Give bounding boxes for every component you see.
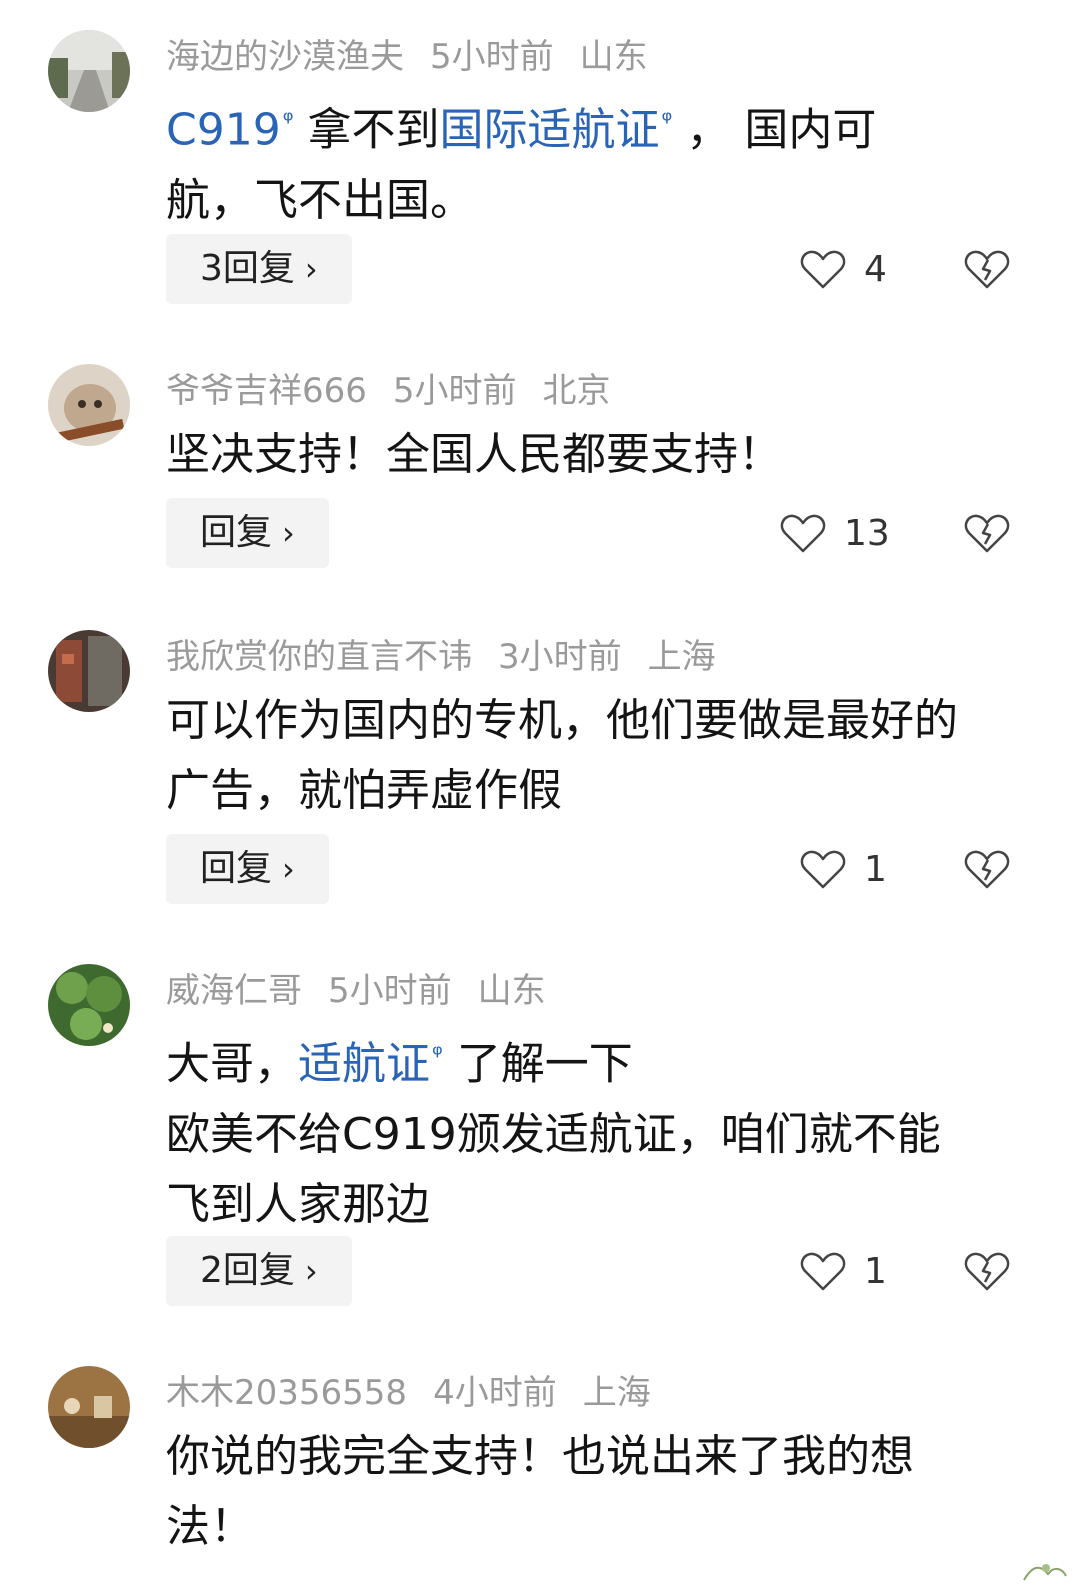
- like-button[interactable]: 4: [800, 234, 887, 304]
- avatar[interactable]: [48, 1366, 130, 1448]
- search-link[interactable]: 国际适航证: [440, 105, 660, 156]
- location: 山东: [579, 37, 648, 77]
- comment-meta: 木木20356558 4小时前 上海: [166, 1370, 677, 1416]
- comment-item: 威海仁哥 5小时前 山东 大哥，适航证ᵠ 了解一下 欧美不给C919颁发适航证，咱们…: [0, 964, 1080, 1334]
- comment-meta: 我欣赏你的直言不讳 3小时前 上海: [166, 634, 742, 680]
- broken-heart-icon: [964, 514, 1010, 553]
- like-button[interactable]: 13: [780, 498, 890, 568]
- username[interactable]: 我欣赏你的直言不讳: [166, 637, 472, 677]
- like-button[interactable]: 1: [800, 834, 887, 904]
- reply-button[interactable]: 回复 ›: [166, 498, 329, 568]
- location: 上海: [582, 1373, 651, 1413]
- comment-item: 海边的沙漠渔夫 5小时前 山东 C919ᵠ 拿不到国际适航证ᵠ ， 国内可 航，飞不…: [0, 30, 1080, 330]
- heart-icon: [800, 250, 846, 289]
- like-count: 4: [864, 248, 887, 290]
- comment-text: 可以作为国内的专机，他们要做是最好的 广告，就怕弄虚作假: [166, 686, 1020, 826]
- location: 上海: [647, 637, 716, 677]
- timestamp: 4小时前: [433, 1373, 557, 1413]
- search-icon: ᵠ: [432, 1040, 443, 1070]
- reply-button[interactable]: 回复 ›: [166, 834, 329, 904]
- comment-item: 爷爷吉祥666 5小时前 北京 坚决支持！全国人民都要支持！ 回复 › 13: [0, 364, 1080, 594]
- search-icon: ᵠ: [661, 106, 673, 136]
- reply-button[interactable]: 3回复 ›: [166, 234, 352, 304]
- heart-icon: [800, 1252, 846, 1291]
- watermark-icon: [1023, 1564, 1067, 1581]
- text-line: 法！: [166, 1501, 254, 1552]
- comment-meta: 海边的沙漠渔夫 5小时前 山东: [166, 34, 674, 80]
- text-line: 你说的我完全支持！也说出来了我的想: [166, 1431, 914, 1482]
- timestamp: 5小时前: [328, 971, 452, 1011]
- comment-text: 大哥，适航证ᵠ 了解一下 欧美不给C919颁发适航证，咱们就不能 飞到人家那边: [166, 1020, 1020, 1240]
- heart-icon: [780, 514, 826, 553]
- username[interactable]: 海边的沙漠渔夫: [166, 37, 404, 77]
- text-line: 坚决支持！全国人民都要支持！: [166, 429, 782, 480]
- chevron-right-icon: ›: [282, 514, 295, 552]
- text-line: 可以作为国内的专机，他们要做是最好的: [166, 695, 958, 746]
- text-segment: ， 国内可: [686, 104, 877, 156]
- reply-label: 回复: [200, 848, 273, 889]
- text-line: 飞到人家那边: [166, 1178, 430, 1230]
- location: 北京: [542, 371, 611, 411]
- like-count: 1: [864, 848, 887, 890]
- chevron-right-icon: ›: [304, 1252, 318, 1290]
- like-count: 1: [864, 1250, 887, 1292]
- timestamp: 5小时前: [392, 371, 517, 411]
- like-button[interactable]: 1: [800, 1236, 887, 1306]
- timestamp: 3小时前: [498, 637, 622, 677]
- like-count: 13: [844, 512, 890, 554]
- avatar[interactable]: [48, 630, 130, 712]
- dislike-button[interactable]: [964, 1236, 1010, 1306]
- username[interactable]: 木木20356558: [166, 1373, 407, 1413]
- avatar[interactable]: [48, 964, 130, 1046]
- chevron-right-icon: ›: [282, 850, 295, 888]
- comment-text: 你说的我完全支持！也说出来了我的想 法！: [166, 1422, 1020, 1562]
- comment-item: 我欣赏你的直言不讳 3小时前 上海 可以作为国内的专机，他们要做是最好的 广告，就怕…: [0, 630, 1080, 930]
- dislike-button[interactable]: [964, 498, 1010, 568]
- search-link[interactable]: C919: [166, 105, 281, 156]
- text-segment: 大哥，: [166, 1038, 298, 1090]
- broken-heart-icon: [964, 1252, 1010, 1291]
- avatar[interactable]: [48, 30, 130, 112]
- avatar[interactable]: [48, 364, 130, 446]
- broken-heart-icon: [964, 250, 1010, 289]
- search-link[interactable]: 适航证: [298, 1039, 430, 1090]
- dislike-button[interactable]: [964, 834, 1010, 904]
- dislike-button[interactable]: [964, 234, 1010, 304]
- timestamp: 5小时前: [430, 37, 554, 77]
- location: 山东: [477, 971, 546, 1011]
- text-line: 欧美不给C919颁发适航证，咱们就不能: [166, 1108, 941, 1160]
- reply-label: 回复: [200, 512, 273, 553]
- username[interactable]: 威海仁哥: [166, 971, 302, 1011]
- reply-label: 3回复: [200, 248, 295, 289]
- text-line: 航，飞不出国。: [166, 174, 474, 226]
- reply-label: 2回复: [200, 1250, 295, 1291]
- comment-item: 木木20356558 4小时前 上海 你说的我完全支持！也说出来了我的想 法！: [0, 1366, 1080, 1586]
- comment-meta: 爷爷吉祥666 5小时前 北京: [166, 368, 637, 414]
- username[interactable]: 爷爷吉祥666: [166, 371, 367, 411]
- text-segment: 拿不到: [307, 104, 440, 156]
- text-segment: 了解一下: [456, 1038, 633, 1090]
- heart-icon: [800, 850, 846, 889]
- chevron-right-icon: ›: [304, 250, 318, 288]
- broken-heart-icon: [964, 850, 1010, 889]
- comment-meta: 威海仁哥 5小时前 山东: [166, 968, 572, 1014]
- search-icon: ᵠ: [282, 106, 294, 136]
- comment-text: C919ᵠ 拿不到国际适航证ᵠ ， 国内可 航，飞不出国。: [166, 86, 1020, 236]
- reply-button[interactable]: 2回复 ›: [166, 1236, 352, 1306]
- text-line: 广告，就怕弄虚作假: [166, 765, 562, 816]
- comment-text: 坚决支持！全国人民都要支持！: [166, 420, 1020, 490]
